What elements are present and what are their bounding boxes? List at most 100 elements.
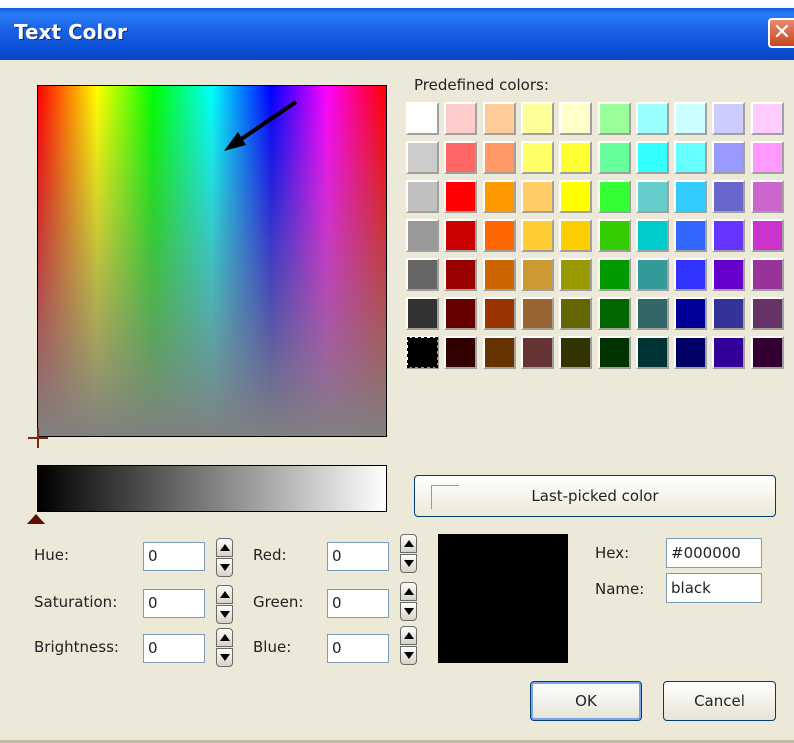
color-swatch[interactable]: [520, 180, 554, 213]
saturation-input[interactable]: 0: [143, 589, 205, 618]
color-swatch[interactable]: [712, 336, 746, 369]
saturation-down-icon[interactable]: [216, 605, 233, 624]
color-swatch[interactable]: [674, 102, 708, 135]
saturation-spinner[interactable]: [216, 585, 233, 625]
color-swatch[interactable]: [712, 219, 746, 252]
color-swatch[interactable]: [712, 141, 746, 174]
color-swatch[interactable]: [444, 258, 478, 291]
color-swatch[interactable]: [520, 336, 554, 369]
title-bar[interactable]: Text Color ✕: [0, 8, 794, 60]
color-swatch[interactable]: [750, 219, 784, 252]
color-swatch[interactable]: [635, 336, 669, 369]
color-swatch[interactable]: [482, 141, 516, 174]
color-swatch[interactable]: [597, 297, 631, 330]
color-swatch[interactable]: [750, 297, 784, 330]
color-swatch[interactable]: [482, 297, 516, 330]
color-swatch[interactable]: [597, 258, 631, 291]
green-up-icon[interactable]: [400, 582, 417, 601]
blue-input[interactable]: 0: [327, 634, 389, 663]
color-swatch[interactable]: [750, 141, 784, 174]
color-swatch[interactable]: [635, 102, 669, 135]
color-swatch[interactable]: [559, 180, 593, 213]
color-swatch[interactable]: [520, 219, 554, 252]
blue-spinner[interactable]: [400, 626, 417, 666]
color-swatch[interactable]: [674, 180, 708, 213]
red-up-icon[interactable]: [400, 534, 417, 553]
color-swatch[interactable]: [406, 180, 439, 213]
green-input[interactable]: 0: [327, 589, 389, 618]
color-swatch[interactable]: [559, 219, 593, 252]
color-swatch[interactable]: [750, 102, 784, 135]
color-swatch[interactable]: [406, 297, 439, 330]
blue-down-icon[interactable]: [400, 646, 417, 665]
color-swatch[interactable]: [597, 141, 631, 174]
color-swatch[interactable]: [712, 297, 746, 330]
color-swatch[interactable]: [520, 297, 554, 330]
spectrum-crosshair-icon[interactable]: [28, 428, 48, 448]
last-picked-color-button[interactable]: Last-picked color: [414, 475, 776, 517]
color-swatch[interactable]: [750, 258, 784, 291]
brightness-slider-track[interactable]: [37, 465, 387, 512]
color-swatch[interactable]: [482, 258, 516, 291]
color-swatch[interactable]: [674, 297, 708, 330]
color-swatch[interactable]: [750, 180, 784, 213]
color-swatch[interactable]: [597, 336, 631, 369]
color-swatch[interactable]: [520, 141, 554, 174]
blue-up-icon[interactable]: [400, 626, 417, 645]
brightness-down-icon[interactable]: [216, 648, 233, 667]
ok-button[interactable]: OK: [530, 681, 642, 721]
color-swatch[interactable]: [406, 336, 439, 369]
green-spinner[interactable]: [400, 582, 417, 622]
color-swatch[interactable]: [750, 336, 784, 369]
color-swatch[interactable]: [520, 258, 554, 291]
color-swatch[interactable]: [482, 336, 516, 369]
hue-input[interactable]: 0: [143, 542, 205, 571]
color-swatch[interactable]: [444, 141, 478, 174]
hue-up-icon[interactable]: [216, 538, 233, 557]
color-swatch[interactable]: [444, 102, 478, 135]
color-swatch[interactable]: [712, 180, 746, 213]
color-swatch[interactable]: [597, 102, 631, 135]
cancel-button[interactable]: Cancel: [663, 681, 776, 721]
color-spectrum-picker[interactable]: [37, 85, 387, 437]
color-swatch[interactable]: [444, 219, 478, 252]
color-swatch[interactable]: [444, 336, 478, 369]
color-swatch[interactable]: [559, 102, 593, 135]
color-swatch[interactable]: [444, 180, 478, 213]
color-swatch[interactable]: [597, 219, 631, 252]
color-swatch[interactable]: [406, 258, 439, 291]
color-swatch[interactable]: [482, 219, 516, 252]
color-swatch[interactable]: [635, 141, 669, 174]
color-swatch[interactable]: [559, 141, 593, 174]
hue-down-icon[interactable]: [216, 558, 233, 577]
brightness-slider-handle[interactable]: [27, 514, 45, 524]
brightness-up-icon[interactable]: [216, 628, 233, 647]
color-swatch[interactable]: [559, 297, 593, 330]
color-swatch[interactable]: [597, 180, 631, 213]
color-swatch[interactable]: [674, 219, 708, 252]
color-swatch[interactable]: [635, 219, 669, 252]
color-swatch[interactable]: [482, 102, 516, 135]
red-input[interactable]: 0: [327, 542, 389, 571]
color-swatch[interactable]: [635, 258, 669, 291]
color-swatch[interactable]: [406, 141, 439, 174]
name-input[interactable]: black: [666, 573, 762, 603]
color-swatch[interactable]: [482, 180, 516, 213]
brightness-spinner[interactable]: [216, 628, 233, 668]
close-button[interactable]: ✕: [768, 18, 794, 48]
color-swatch[interactable]: [712, 258, 746, 291]
saturation-up-icon[interactable]: [216, 585, 233, 604]
green-down-icon[interactable]: [400, 602, 417, 621]
color-swatch[interactable]: [674, 141, 708, 174]
color-swatch[interactable]: [712, 102, 746, 135]
color-swatch[interactable]: [559, 258, 593, 291]
color-swatch[interactable]: [635, 297, 669, 330]
color-swatch[interactable]: [444, 297, 478, 330]
color-swatch[interactable]: [559, 336, 593, 369]
color-swatch[interactable]: [674, 258, 708, 291]
color-swatch[interactable]: [406, 102, 439, 135]
red-spinner[interactable]: [400, 534, 417, 574]
hex-input[interactable]: #000000: [666, 538, 762, 568]
brightness-input[interactable]: 0: [143, 634, 205, 663]
color-swatch[interactable]: [520, 102, 554, 135]
